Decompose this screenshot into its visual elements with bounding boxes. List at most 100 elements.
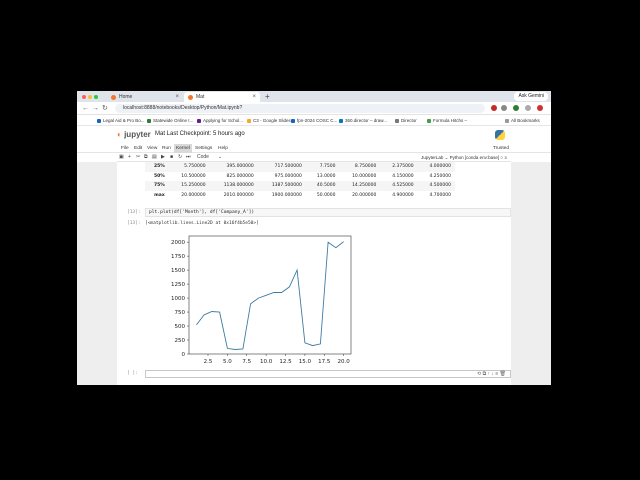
tab-mat[interactable]: Mat ×: [184, 92, 260, 102]
menu-kernel[interactable]: Kernel: [174, 144, 192, 153]
extension-icon[interactable]: [501, 105, 507, 111]
cell-toolbar[interactable]: ⟲ ⧉ ↑ ↓ ≡ 🗑: [477, 371, 506, 378]
bookmark-item[interactable]: 360.director – draw...: [339, 116, 387, 126]
table-cell: 395.000000: [226, 164, 254, 170]
jupyter-favicon-icon: [188, 95, 193, 100]
table-cell: 4.500000: [429, 183, 451, 189]
active-code-cell[interactable]: ⟲ ⧉ ↑ ↓ ≡ 🗑: [145, 370, 511, 378]
back-icon[interactable]: ←: [82, 104, 89, 113]
browser-window: Home × Mat × + Ask Gemini ← → ↻ localhos…: [77, 91, 551, 385]
close-window-button[interactable]: [82, 95, 86, 99]
line-plot: 2.5 5.0 7.5 10.0 12.5 15.0 17.5 20.0 0 250 500 750 1…: [171, 235, 352, 365]
bookmark-item[interactable]: Formula Hitchs –: [427, 116, 467, 126]
close-icon[interactable]: ×: [252, 92, 256, 102]
menu-file[interactable]: File: [119, 144, 131, 153]
reload-icon[interactable]: ↻: [102, 104, 108, 113]
fast-forward-icon[interactable]: ⏭: [186, 153, 191, 162]
bookmark-item[interactable]: C3 - Google Slides: [247, 116, 291, 126]
stop-icon[interactable]: ■: [170, 153, 173, 162]
cut-icon[interactable]: ✂: [136, 153, 140, 162]
table-row: 25% 5.750000 395.000000 717.500000 7.7500 8.7…: [145, 162, 455, 172]
copy-icon[interactable]: ⧉: [144, 153, 148, 162]
table-cell: 13.0000: [316, 173, 336, 179]
bookmark-label: 360.director – draw...: [345, 118, 388, 123]
table-row: 75% 15.250000 1138.000000 1387.500000 40.500…: [145, 181, 455, 191]
row-label: 50%: [153, 173, 165, 179]
code-cell[interactable]: plt.plot(df['Month'], df['Company_A']): [145, 208, 511, 217]
menu-settings[interactable]: Settings: [193, 144, 214, 153]
chevron-down-icon[interactable]: ⌄: [218, 153, 222, 162]
maximize-window-button[interactable]: [94, 95, 98, 99]
bookmark-item[interactable]: Statewide Online I...: [147, 116, 193, 126]
menu-edit[interactable]: Edit: [132, 144, 144, 153]
bookmark-label: Applying for Schol...: [203, 118, 244, 123]
table-cell: 10.500000: [181, 173, 206, 179]
table-cell: 4.525000: [392, 183, 414, 189]
jupyter-header: ◐ jupyter Mat Last Checkpoint: 5 hours a…: [77, 127, 551, 143]
tab-home[interactable]: Home ×: [107, 92, 183, 102]
table-cell: 4.000000: [429, 164, 451, 170]
y-tick-label: 1500: [171, 268, 185, 274]
menu-run[interactable]: Run: [160, 144, 173, 153]
active-cell-prompt: [ ]:: [127, 371, 138, 376]
table-cell: 2010.000000: [223, 192, 254, 198]
restart-icon[interactable]: ↻: [178, 153, 182, 162]
table-cell: 4.150000: [392, 173, 414, 179]
run-icon[interactable]: ▶: [161, 153, 165, 162]
table-cell: 4.900000: [392, 192, 414, 198]
profile-avatar[interactable]: [537, 105, 543, 111]
table-cell: 825.000000: [226, 173, 254, 179]
menu-help[interactable]: Help: [216, 144, 230, 153]
table-cell: 7.7500: [319, 164, 336, 170]
left-margin: [77, 162, 117, 385]
ask-gemini-button[interactable]: Ask Gemini: [514, 92, 548, 101]
bookmarks-bar: Legal Aid & Pro Bo... Statewide Online I…: [77, 116, 551, 126]
close-icon[interactable]: ×: [175, 92, 179, 102]
trusted-indicator: Trusted: [492, 146, 509, 151]
bookmark-item[interactable]: Applying for Schol...: [197, 116, 243, 126]
paste-icon[interactable]: ▤: [152, 153, 157, 162]
notebook-title[interactable]: Mat Last Checkpoint: 5 hours ago: [155, 131, 245, 137]
minimize-window-button[interactable]: [88, 95, 92, 99]
y-tick-label: 0: [182, 352, 186, 358]
bookmark-item[interactable]: Director: [395, 116, 417, 126]
table-cell: 5.750000: [184, 164, 206, 170]
table-cell: 20.000000: [181, 192, 206, 198]
y-tick-label: 2000: [171, 240, 185, 246]
extension-icon[interactable]: [513, 105, 519, 111]
cell-type-select[interactable]: Code: [197, 153, 209, 162]
x-tick-label: 15.0: [299, 359, 312, 365]
table-row: 50% 10.500000 825.000000 975.000000 13.0000 1…: [145, 172, 455, 182]
table-cell: 975.000000: [274, 173, 302, 179]
all-bookmarks[interactable]: All Bookmarks: [505, 116, 540, 126]
tab-mat-label: Mat: [196, 94, 205, 100]
bookmark-item[interactable]: Legal Aid & Pro Bo...: [97, 116, 145, 126]
table-cell: 20.000000: [352, 192, 377, 198]
bookmark-item[interactable]: fpn-2024 COSC C...: [291, 116, 337, 126]
table-cell: 1387.500000: [271, 183, 302, 189]
x-tick-label: 2.5: [204, 359, 213, 365]
table-cell: 15.250000: [181, 183, 206, 189]
extension-icon[interactable]: [491, 105, 497, 111]
new-tab-button[interactable]: +: [265, 91, 270, 102]
right-margin: [511, 162, 551, 385]
y-tick-label: 1750: [171, 254, 185, 260]
table-cell: 1900.000000: [271, 192, 302, 198]
tab-home-label: Home: [119, 94, 133, 100]
table-cell: 4.700000: [429, 192, 451, 198]
notebook-area: 25% 5.750000 395.000000 717.500000 7.7500 8.7…: [117, 162, 511, 385]
save-icon[interactable]: ▣: [119, 153, 124, 162]
bookmark-label: C3 - Google Slides: [253, 118, 291, 123]
row-label: 25%: [153, 164, 165, 170]
bookmark-label: fpn-2024 COSC C...: [297, 118, 338, 123]
x-tick-label: 7.5: [242, 359, 251, 365]
add-cell-icon[interactable]: +: [128, 153, 131, 162]
kernel-status[interactable]: JupyterLab ⌄ Python [conda env:base] ○ ≡: [421, 153, 507, 162]
url-input[interactable]: localhost:8888/notebooks/Desktop/Python/…: [115, 104, 485, 113]
menu-view[interactable]: View: [145, 144, 159, 153]
cell-prompt: [13]:: [127, 210, 141, 215]
forward-icon[interactable]: →: [92, 104, 99, 113]
extension-icon[interactable]: [525, 105, 531, 111]
y-tick-label: 250: [175, 338, 186, 344]
jupyter-logo[interactable]: ◐ jupyter: [117, 130, 151, 139]
